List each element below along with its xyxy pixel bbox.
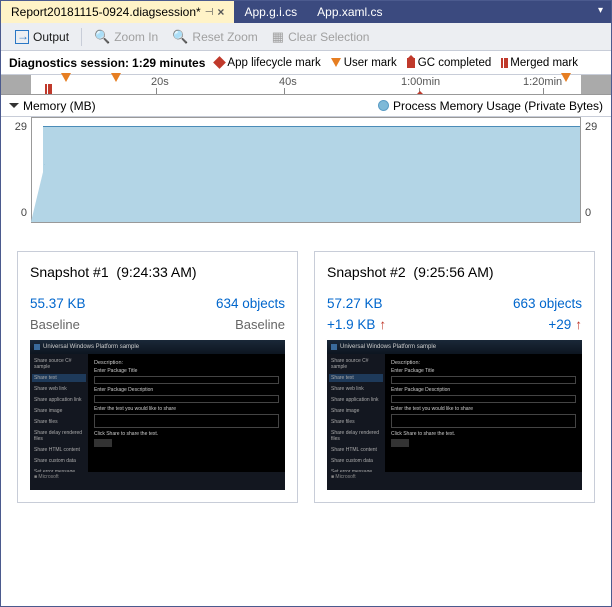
tick: 40s bbox=[279, 76, 297, 88]
snapshot-objects-link[interactable]: 663 objects bbox=[513, 296, 582, 311]
tick: 1:00min bbox=[401, 76, 440, 88]
snapshot-thumbnail[interactable]: Universal Windows Platform sample Share … bbox=[30, 340, 285, 490]
separator bbox=[81, 28, 82, 46]
snapshot-delta-size: Baseline bbox=[30, 317, 80, 332]
up-arrow-icon: ↑ bbox=[575, 317, 582, 332]
up-arrow-icon: ↑ bbox=[379, 317, 386, 332]
legend-app-lifecycle: App lifecycle mark bbox=[215, 57, 320, 69]
snapshot-title: Snapshot #2 (9:25:56 AM) bbox=[327, 264, 582, 280]
snapshots-panel: Snapshot #1 (9:24:33 AM) 55.37 KB 634 ob… bbox=[1, 227, 611, 527]
clear-selection-button[interactable]: ▦ Clear Selection bbox=[266, 27, 376, 47]
memory-header: Memory (MB) Process Memory Usage (Privat… bbox=[1, 95, 611, 117]
tab-app-g-i-cs[interactable]: App.g.i.cs bbox=[234, 1, 307, 23]
memory-legend: Process Memory Usage (Private Bytes) bbox=[378, 99, 603, 113]
zoom-reset-icon: 🔍 bbox=[172, 29, 188, 45]
snapshot-size-link[interactable]: 57.27 KB bbox=[327, 296, 383, 311]
y-axis-left: 290 bbox=[5, 117, 31, 223]
close-icon[interactable]: × bbox=[217, 5, 224, 19]
legend-gc: GC completed bbox=[407, 57, 492, 69]
legend-merged: Merged mark bbox=[501, 57, 578, 69]
session-duration: Diagnostics session:1:29 minutes bbox=[9, 56, 205, 70]
collapse-icon[interactable] bbox=[9, 103, 19, 108]
memory-title: Memory (MB) bbox=[23, 99, 96, 113]
tab-label: App.g.i.cs bbox=[244, 5, 297, 19]
reset-zoom-button[interactable]: 🔍 Reset Zoom bbox=[166, 27, 264, 47]
memory-chart[interactable]: 290 290 bbox=[1, 117, 611, 227]
snapshot-delta-size-link[interactable]: +1.9 KB↑ bbox=[327, 317, 386, 332]
legend-dot-icon bbox=[378, 100, 389, 111]
snapshot-thumbnail[interactable]: Universal Windows Platform sample Share … bbox=[327, 340, 582, 490]
snapshot-delta-obj: Baseline bbox=[235, 317, 285, 332]
zoom-in-button[interactable]: 🔍 Zoom In bbox=[88, 27, 164, 47]
tab-label: Report20181115-0924.diagsession* bbox=[11, 5, 201, 19]
diamond-icon bbox=[214, 56, 227, 69]
snapshot-title: Snapshot #1 (9:24:33 AM) bbox=[30, 264, 285, 280]
tab-app-xaml-cs[interactable]: App.xaml.cs bbox=[307, 1, 392, 23]
y-axis-right: 290 bbox=[581, 117, 607, 223]
tabs-dropdown-icon[interactable]: ▾ bbox=[592, 3, 609, 18]
legend-user-mark: User mark bbox=[331, 57, 397, 69]
area-series bbox=[43, 126, 580, 222]
snapshot-card-2: Snapshot #2 (9:25:56 AM) 57.27 KB 663 ob… bbox=[314, 251, 595, 503]
tick: 20s bbox=[151, 76, 169, 88]
tab-label: App.xaml.cs bbox=[317, 5, 382, 19]
merged-icon bbox=[501, 58, 507, 68]
session-info-bar: Diagnostics session:1:29 minutes App lif… bbox=[1, 51, 611, 75]
zoom-in-icon: 🔍 bbox=[94, 29, 110, 45]
clear-icon: ▦ bbox=[272, 29, 284, 45]
pin-icon[interactable]: ⊣ bbox=[205, 7, 214, 18]
plot-area[interactable] bbox=[31, 117, 581, 223]
snapshot-objects-link[interactable]: 634 objects bbox=[216, 296, 285, 311]
snapshot-card-1: Snapshot #1 (9:24:33 AM) 55.37 KB 634 ob… bbox=[17, 251, 298, 503]
arrow-right-icon bbox=[15, 30, 29, 44]
tab-report[interactable]: Report20181115-0924.diagsession* ⊣ × bbox=[1, 1, 234, 23]
document-tabs: Report20181115-0924.diagsession* ⊣ × App… bbox=[1, 1, 611, 23]
gc-icon bbox=[407, 58, 415, 68]
toolbar: Output 🔍 Zoom In 🔍 Reset Zoom ▦ Clear Se… bbox=[1, 23, 611, 51]
triangle-icon bbox=[331, 58, 341, 67]
output-button[interactable]: Output bbox=[9, 28, 75, 46]
snapshot-delta-obj-link[interactable]: +29↑ bbox=[548, 317, 582, 332]
snapshot-size-link[interactable]: 55.37 KB bbox=[30, 296, 86, 311]
tick: 1:20min bbox=[523, 76, 562, 88]
timeline-ruler[interactable]: 20s 40s 1:00min 1:20min bbox=[1, 75, 611, 95]
